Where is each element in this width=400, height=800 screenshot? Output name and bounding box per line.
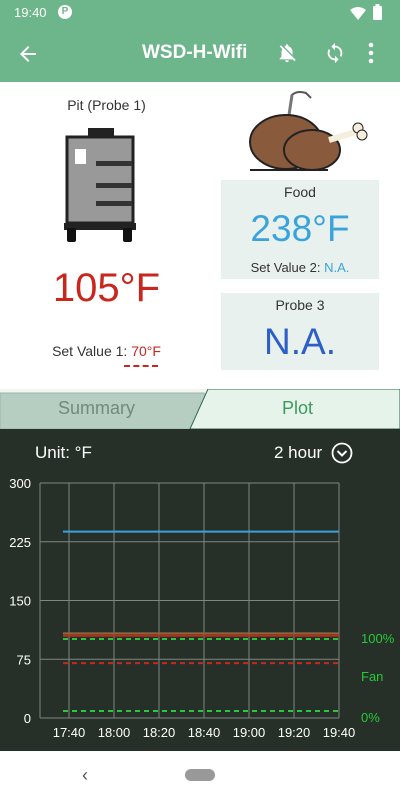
back-arrow-icon[interactable] xyxy=(16,42,40,71)
food-temperature: 238°F xyxy=(250,208,350,249)
set-value-2: Set Value 2: N.A. xyxy=(221,260,379,275)
right-axis-label: 100% xyxy=(361,631,395,646)
probe3-label: Probe 3 xyxy=(275,297,325,313)
pit-label: Pit (Probe 1) xyxy=(67,97,146,113)
app-title: WSD-H-Wifi xyxy=(142,42,248,63)
set-value-1-label: Set Value 1: xyxy=(52,343,132,359)
food-card[interactable]: Food 238°F Set Value 2: N.A. xyxy=(221,180,379,279)
p-notification-icon: P xyxy=(58,5,72,19)
set-value-1-value: 70°F xyxy=(131,343,161,359)
set-value-2-value: N.A. xyxy=(324,260,350,275)
bell-off-icon[interactable] xyxy=(276,42,298,69)
y-tick-label: 300 xyxy=(9,476,31,491)
smoker-icon xyxy=(64,128,136,249)
chart-panel: 0 75 150 225 300 17:40 18:00 18:20 18:40 19:00 19:… xyxy=(0,429,400,751)
y-tick-label: 0 xyxy=(24,711,31,726)
food-label: Food xyxy=(284,184,316,200)
nav-home-pill[interactable] xyxy=(185,769,215,781)
probe3-card[interactable]: Probe 3 N.A. xyxy=(221,293,379,370)
pit-temperature: 105°F xyxy=(52,266,161,310)
app-bar: WSD-H-Wifi xyxy=(0,26,400,82)
right-axis-label: Fan xyxy=(361,669,383,684)
tab-bar: Summary Plot xyxy=(0,389,400,429)
chevron-down-icon[interactable] xyxy=(331,442,353,469)
y-tick-label: 75 xyxy=(17,652,31,667)
right-axis-label: 0% xyxy=(361,710,380,725)
more-vert-icon[interactable] xyxy=(368,42,374,69)
battery-icon xyxy=(373,4,382,23)
system-nav-bar: ‹ xyxy=(0,751,400,800)
tab-summary-label: Summary xyxy=(58,398,136,418)
y-tick-label: 225 xyxy=(9,535,31,550)
tab-summary[interactable]: Summary xyxy=(0,389,216,429)
set-value-1[interactable]: Set Value 1: 70°F xyxy=(0,343,213,359)
x-tick-label: 18:00 xyxy=(98,725,131,740)
tab-plot[interactable]: Plot xyxy=(186,389,400,429)
wifi-icon xyxy=(350,7,366,23)
time-range-label[interactable]: 2 hour xyxy=(274,443,322,463)
status-time: 19:40 xyxy=(14,5,47,20)
x-tick-label: 19:00 xyxy=(233,725,266,740)
y-tick-label: 150 xyxy=(9,594,31,609)
x-tick-label: 19:40 xyxy=(323,725,356,740)
unit-label: Unit: °F xyxy=(35,443,92,462)
x-tick-label: 18:40 xyxy=(188,725,221,740)
sync-icon[interactable] xyxy=(324,41,346,70)
temperature-chart: 0 75 150 225 300 17:40 18:00 18:20 18:40 19:00 19:… xyxy=(9,476,395,740)
nav-back-icon[interactable]: ‹ xyxy=(82,765,88,786)
x-tick-label: 19:20 xyxy=(278,725,311,740)
set-value-1-indicator xyxy=(124,365,158,367)
x-tick-label: 17:40 xyxy=(53,725,86,740)
chicken-icon xyxy=(246,90,376,179)
probe3-temperature: N.A. xyxy=(264,321,336,362)
tab-plot-label: Plot xyxy=(282,398,314,418)
status-bar: 19:40 P xyxy=(0,0,400,26)
set-value-2-label: Set Value 2: xyxy=(250,260,325,275)
x-tick-label: 18:20 xyxy=(143,725,176,740)
